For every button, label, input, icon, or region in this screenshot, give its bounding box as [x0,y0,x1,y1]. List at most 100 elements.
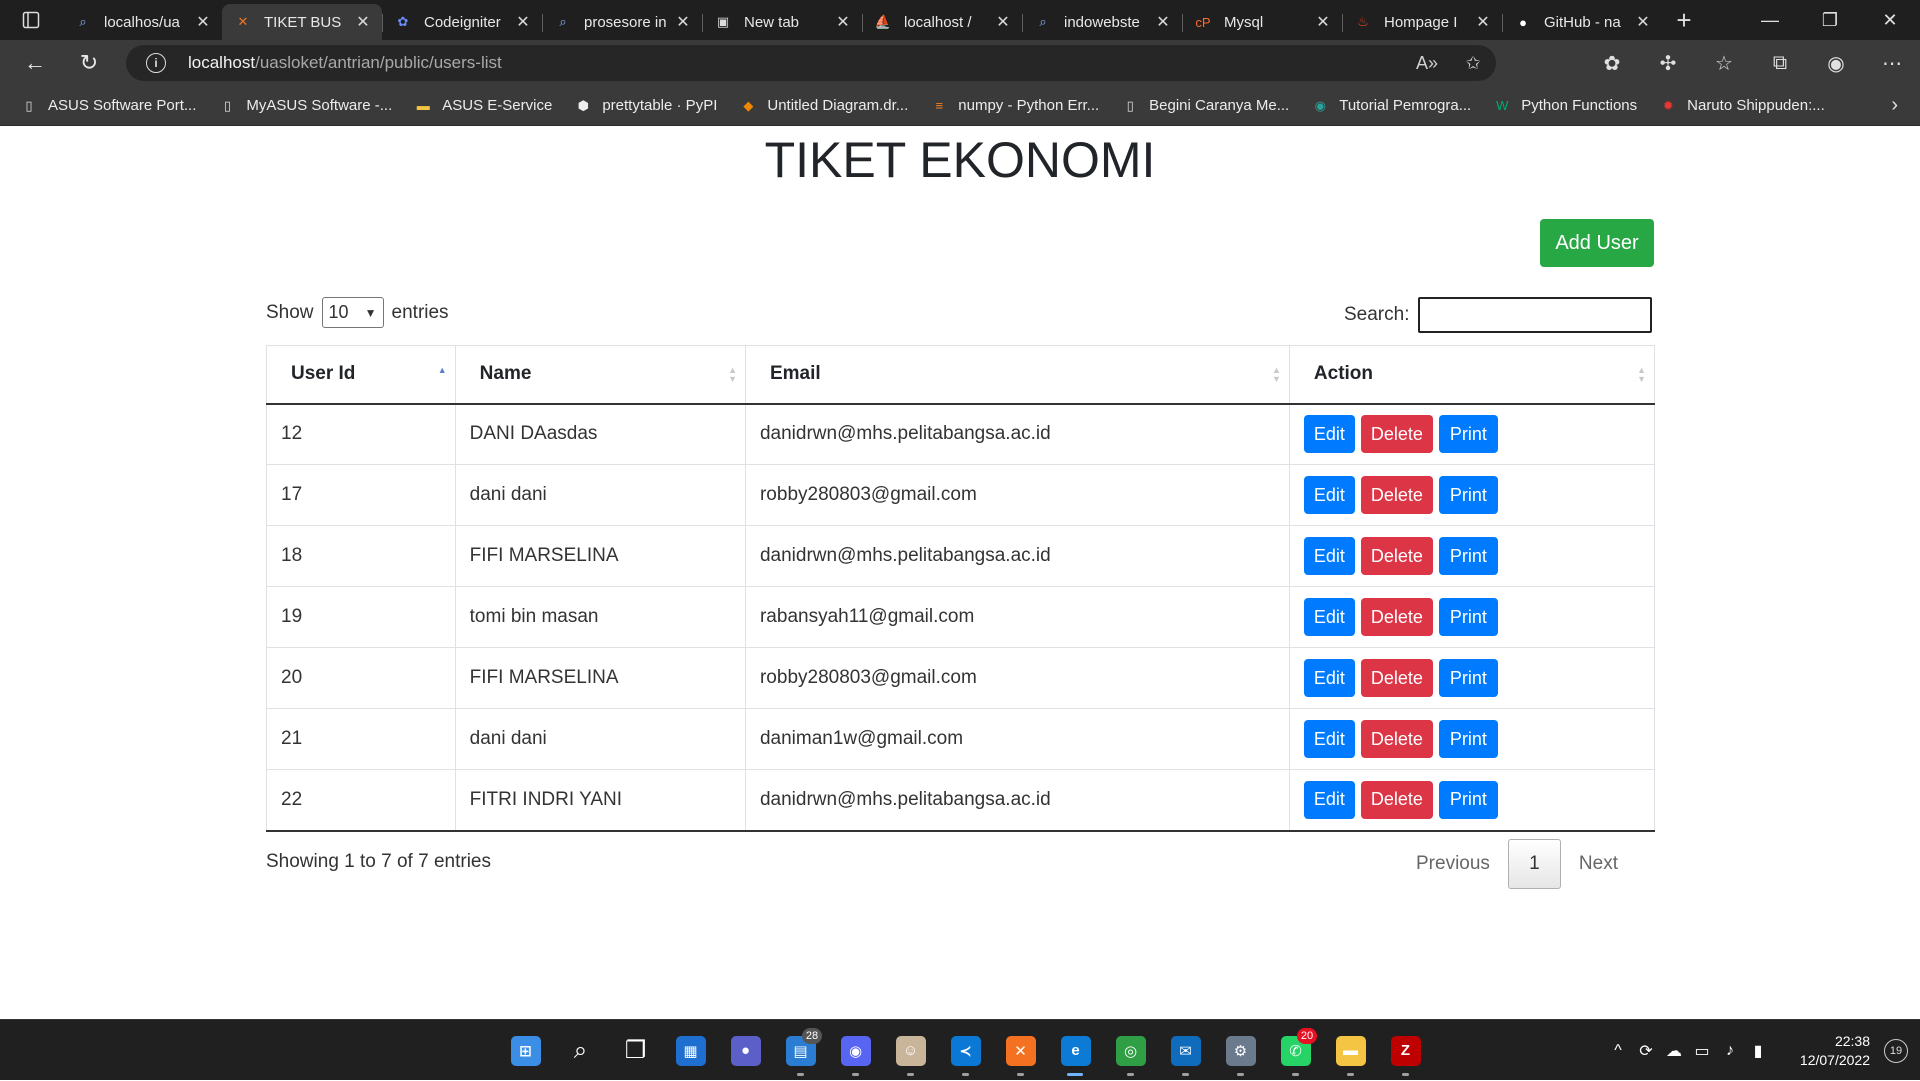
delete-button[interactable]: Delete [1360,780,1433,819]
taskbar-app[interactable]: ▤ 28 [773,1020,828,1081]
column-header-name[interactable]: Name ▲ ▼ [454,345,746,405]
browser-tab[interactable]: ⌕ localhos/ua ✕ [62,4,222,40]
close-window-button[interactable]: ✕ [1860,0,1920,40]
bookmark-item[interactable]: ◉ Tutorial Pemrogra... [1311,97,1472,115]
taskbar-app[interactable]: ❐ [608,1020,663,1081]
taskbar-app[interactable]: e [1048,1020,1103,1081]
print-button[interactable]: Print [1438,537,1498,575]
read-aloud-icon[interactable]: A» [1404,53,1450,74]
print-button[interactable]: Print [1438,780,1498,819]
bookmark-item[interactable]: ≡ numpy - Python Err... [930,97,1099,115]
bookmark-item[interactable]: ▯ MyASUS Software -... [218,97,392,115]
add-user-button[interactable]: Add User [1540,219,1654,267]
close-tab-icon[interactable]: ✕ [1154,12,1172,32]
taskbar-app[interactable]: ⌕ [553,1020,608,1081]
taskbar-app[interactable]: ▬ [1323,1020,1378,1081]
bookmark-item[interactable]: ▬ ASUS E-Service [414,97,553,115]
settings-more-icon[interactable]: ⋯ [1864,51,1920,76]
taskbar-app[interactable]: ✆ 20 [1268,1020,1323,1081]
delete-button[interactable]: Delete [1360,537,1433,575]
taskbar-app[interactable]: ◉ [828,1020,883,1081]
taskbar-app[interactable]: ⊞ [498,1020,553,1081]
add-favorite-icon[interactable]: ✩ [1450,53,1496,74]
site-info-icon[interactable]: i [146,53,166,73]
chevron-up-icon[interactable]: ^ [1604,1042,1632,1060]
browser-tab[interactable]: ▣ New tab ✕ [702,4,862,40]
favorites-icon[interactable]: ☆ [1696,51,1752,76]
edit-button[interactable]: Edit [1303,659,1355,697]
browser-tab[interactable]: ⌕ indowebste ✕ [1022,4,1182,40]
edit-button[interactable]: Edit [1303,537,1355,575]
bookmark-item[interactable]: W Python Functions [1493,97,1637,115]
delete-button[interactable]: Delete [1360,659,1433,697]
clock[interactable]: 22:38 12/07/2022 [1790,1032,1870,1070]
edit-button[interactable]: Edit [1303,780,1355,819]
edit-button[interactable]: Edit [1303,598,1355,636]
bookmark-item[interactable]: ▯ Begini Caranya Me... [1121,97,1290,115]
browser-tab[interactable]: ● GitHub - na ✕ [1502,4,1662,40]
print-button[interactable]: Print [1438,720,1498,758]
taskbar-app[interactable]: ≺ [938,1020,993,1081]
previous-page-button[interactable]: Previous [1398,839,1508,889]
bookmark-item[interactable]: ⬢ prettytable · PyPI [574,97,718,115]
page-1-button[interactable]: 1 [1507,839,1561,889]
print-button[interactable]: Print [1438,476,1498,514]
minimize-button[interactable]: — [1740,0,1800,40]
taskbar-app[interactable]: ✕ [993,1020,1048,1081]
close-tab-icon[interactable]: ✕ [1314,12,1332,32]
close-tab-icon[interactable]: ✕ [674,12,692,32]
notification-count-badge[interactable]: 19 [1884,1038,1908,1063]
new-tab-button[interactable]: + [1662,0,1706,40]
browser-essentials-icon[interactable]: ✿ [1584,51,1640,76]
cloud-icon[interactable]: ☁ [1660,1041,1688,1061]
taskbar-app[interactable]: ● [718,1020,773,1081]
reload-button[interactable]: ↻ [62,40,116,86]
taskbar-app[interactable]: ✉ [1158,1020,1213,1081]
browser-tab[interactable]: ⛵ localhost / ✕ [862,4,1022,40]
delete-button[interactable]: Delete [1360,476,1433,514]
edit-button[interactable]: Edit [1303,720,1355,758]
delete-button[interactable]: Delete [1360,598,1433,636]
bookmark-item[interactable]: ◆ Untitled Diagram.dr... [739,97,908,115]
taskbar-app[interactable]: ▦ [663,1020,718,1081]
browser-tab[interactable]: ⌕ prosesore in ✕ [542,4,702,40]
close-tab-icon[interactable]: ✕ [1634,12,1652,32]
close-tab-icon[interactable]: ✕ [354,12,372,32]
print-button[interactable]: Print [1438,659,1498,697]
profile-avatar-icon[interactable]: ◉ [1808,51,1864,76]
chevron-right-icon[interactable]: › [1891,94,1898,117]
close-tab-icon[interactable]: ✕ [194,12,212,32]
close-tab-icon[interactable]: ✕ [1474,12,1492,32]
delete-button[interactable]: Delete [1360,720,1433,758]
next-page-button[interactable]: Next [1561,839,1636,889]
delete-button[interactable]: Delete [1360,415,1433,454]
close-tab-icon[interactable]: ✕ [514,12,532,32]
bookmark-item[interactable]: ▯ ASUS Software Port... [20,97,196,115]
search-input[interactable] [1418,297,1653,333]
close-tab-icon[interactable]: ✕ [834,12,852,32]
back-button[interactable]: ← [8,40,62,86]
taskbar-app[interactable]: ◎ [1103,1020,1158,1081]
network-icon[interactable]: ▭ [1688,1041,1716,1061]
edit-button[interactable]: Edit [1303,415,1355,454]
sync-icon[interactable]: ⟳ [1632,1041,1660,1061]
collections-icon[interactable]: ⧉ [1752,52,1808,75]
restore-button[interactable]: ❐ [1800,0,1860,40]
volume-icon[interactable]: ♪ [1716,1042,1744,1060]
print-button[interactable]: Print [1438,415,1498,454]
address-bar[interactable]: i localhost/uasloket/antrian/public/user… [126,45,1496,81]
tab-actions-button[interactable] [0,0,62,40]
print-button[interactable]: Print [1438,598,1498,636]
bookmark-item[interactable]: ✹ Naruto Shippuden:... [1659,97,1825,115]
taskbar-app[interactable]: ⚙ [1213,1020,1268,1081]
close-tab-icon[interactable]: ✕ [994,12,1012,32]
page-length-select[interactable]: 10 ▼ [321,297,384,328]
taskbar-app[interactable]: Z [1378,1020,1433,1081]
battery-icon[interactable]: ▮ [1744,1041,1772,1061]
browser-tab[interactable]: ✕ TIKET BUS ✕ [222,4,382,40]
column-header-user-id[interactable]: User Id ▲▼ [266,345,456,405]
column-header-email[interactable]: Email ▲ ▼ [744,345,1290,405]
extensions-icon[interactable]: ✣ [1640,51,1696,76]
taskbar-app[interactable]: ☺ [883,1020,938,1081]
browser-tab[interactable]: ♨ Hompage I ✕ [1342,4,1502,40]
